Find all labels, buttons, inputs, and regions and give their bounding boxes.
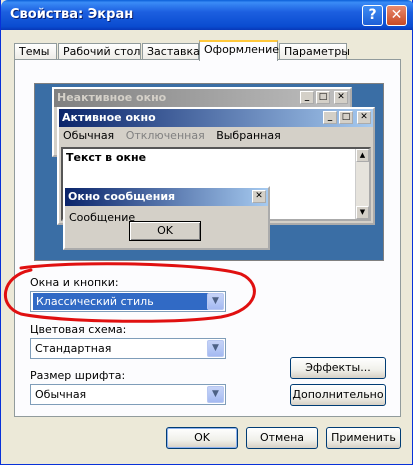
tab-screensaver[interactable]: Заставка: [142, 43, 200, 60]
minimize-icon: _: [323, 111, 337, 124]
preview-inactive-title: Неактивное окно: [57, 91, 167, 104]
preview-scrollbar: ▲ ▼: [355, 149, 369, 219]
preview-active-title: Активное окно: [62, 111, 156, 124]
cancel-button[interactable]: Отмена: [246, 427, 318, 449]
windows-buttons-value: Классический стиль: [33, 293, 214, 310]
tab-settings[interactable]: Параметры: [279, 43, 350, 60]
window-title: Свойства: Экран: [10, 7, 134, 22]
preview-window-text: Текст в окне: [66, 151, 147, 164]
color-scheme-label: Цветовая схема:: [30, 323, 127, 336]
advanced-button[interactable]: Дополнительно: [290, 384, 386, 406]
color-scheme-value: Стандартная: [35, 342, 112, 355]
chevron-down-icon[interactable]: ▼: [207, 293, 224, 310]
tab-appearance[interactable]: Оформление: [199, 40, 279, 61]
font-size-select[interactable]: Обычная ▼: [30, 384, 226, 405]
help-icon: ?: [368, 7, 377, 23]
minimize-icon: _: [300, 91, 314, 104]
chevron-down-icon[interactable]: ▼: [207, 386, 224, 403]
effects-button[interactable]: Эффекты...: [290, 357, 386, 379]
scroll-up-icon: ▲: [356, 149, 369, 162]
close-button[interactable]: ✕: [386, 5, 407, 26]
appearance-preview: Неактивное окно _ □ ✕ Активное окно _ □ …: [34, 83, 384, 261]
preview-message-text: Сообщение: [69, 211, 136, 224]
help-button[interactable]: ?: [362, 5, 383, 26]
preview-inactive-title-bar: Неактивное окно _ □ ✕: [54, 89, 350, 107]
preview-message-title-bar: Окно сообщения ✕: [65, 188, 268, 206]
preview-menu-disabled: Отключенная: [125, 129, 205, 142]
close-icon: ✕: [390, 7, 403, 23]
chevron-down-icon[interactable]: ▼: [207, 340, 224, 357]
preview-message-box: Окно сообщения ✕ Сообщение OK: [63, 186, 270, 250]
tab-themes[interactable]: Темы: [14, 43, 57, 60]
apply-button[interactable]: Применить: [326, 427, 401, 449]
preview-active-title-bar: Активное окно _ □ ✕: [59, 109, 373, 127]
display-properties-window: Свойства: Экран ? ✕ Темы Рабочий стол За…: [0, 0, 413, 465]
title-bar[interactable]: Свойства: Экран ? ✕: [1, 0, 413, 30]
scroll-down-icon: ▼: [356, 206, 369, 219]
preview-message-title: Окно сообщения: [68, 190, 176, 203]
preview-menu-bar: Обычная Отключенная Выбранная: [59, 127, 373, 144]
close-icon: ✕: [252, 190, 266, 203]
maximize-icon: □: [316, 91, 330, 104]
preview-menu-normal: Обычная: [63, 129, 115, 142]
ok-button[interactable]: OK: [166, 427, 238, 449]
close-icon: ✕: [334, 91, 348, 104]
maximize-icon: □: [339, 111, 353, 124]
preview-menu-selected: Выбранная: [216, 129, 281, 142]
font-size-value: Обычная: [35, 388, 87, 401]
windows-buttons-label: Окна и кнопки:: [30, 276, 119, 289]
font-size-label: Размер шрифта:: [30, 369, 126, 382]
windows-buttons-select[interactable]: Классический стиль ▼: [30, 291, 226, 312]
preview-ok-button: OK: [129, 221, 201, 241]
tab-desktop[interactable]: Рабочий стол: [58, 43, 141, 60]
color-scheme-select[interactable]: Стандартная ▼: [30, 338, 226, 359]
close-icon: ✕: [357, 111, 371, 124]
